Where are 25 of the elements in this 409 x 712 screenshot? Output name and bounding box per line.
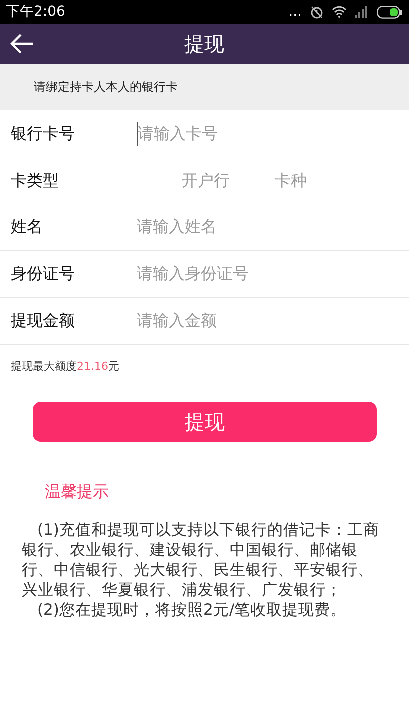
max-amount-note: 提现最大额度21.16元 xyxy=(10,359,120,375)
withdraw-button[interactable]: 提现 xyxy=(33,402,377,442)
back-button[interactable] xyxy=(10,33,34,55)
more-dots: ... xyxy=(288,2,302,22)
input-field[interactable]: 请输入姓名 xyxy=(137,215,367,239)
status-time: 下午2:06 xyxy=(6,2,66,22)
input-field[interactable]: 请输入金额 xyxy=(137,309,367,333)
field-label: 提现金额 xyxy=(11,310,76,332)
bind-card-notice: 请绑定持卡人本人的银行卡 xyxy=(34,79,178,96)
field-label: 姓名 xyxy=(11,216,44,238)
signal-icon xyxy=(355,6,369,18)
alarm-off-icon xyxy=(310,5,324,19)
input-field[interactable]: 请输入卡号 xyxy=(137,122,367,146)
battery-icon xyxy=(377,6,403,18)
field-label: 身份证号 xyxy=(11,263,76,285)
select-option[interactable]: 卡种 xyxy=(275,168,307,192)
input-field[interactable]: 请输入身份证号 xyxy=(137,262,367,286)
wifi-icon xyxy=(332,6,347,18)
select-option[interactable]: 开户行 xyxy=(137,168,275,192)
field-label: 卡类型 xyxy=(11,170,60,192)
page-title: 提现 xyxy=(184,32,224,56)
field-label: 银行卡号 xyxy=(11,122,76,144)
tips-paragraph: (1)充值和提现可以支持以下银行的借记卡：工商银行、农业银行、建设银行、中国银行、邮储银行、中信银行、光大银行、民生银行、平安银行、兴业银行、华夏银行、浦发银行、广发银行； xyxy=(22,520,380,600)
tips-title: 温馨提示 xyxy=(45,480,110,502)
tips-paragraph: (2)您在提现时，将按照2元/笔收取提现费。 xyxy=(36,600,348,620)
